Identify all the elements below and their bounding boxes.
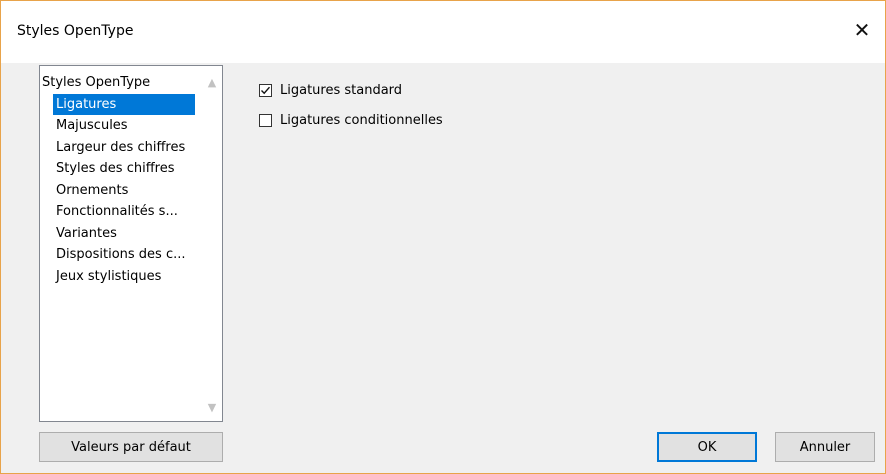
dialog-title: Styles OpenType [17, 23, 134, 39]
category-list: Styles OpenType Ligatures Majuscules Lar… [40, 72, 204, 287]
dialog-window: Styles OpenType ✕ Styles OpenType Ligatu… [0, 0, 886, 474]
option-ligatures-standard[interactable]: Ligatures standard [259, 83, 402, 98]
checkbox-ligatures-standard[interactable] [259, 84, 272, 97]
scroll-down-icon[interactable]: ▼ [202, 397, 222, 417]
list-item-largeur-chiffres[interactable]: Largeur des chiffres [40, 137, 204, 159]
list-scrollbar[interactable]: ▲ ▼ [202, 66, 222, 421]
title-bar: Styles OpenType ✕ [1, 1, 885, 63]
defaults-button[interactable]: Valeurs par défaut [39, 432, 223, 462]
list-item-styles-chiffres[interactable]: Styles des chiffres [40, 158, 204, 180]
cancel-button[interactable]: Annuler [775, 432, 875, 462]
list-item-styles-opentype[interactable]: Styles OpenType [40, 72, 204, 94]
list-item-ornements[interactable]: Ornements [40, 180, 204, 202]
scroll-up-icon[interactable]: ▲ [202, 72, 222, 92]
list-item-fonctionnalites[interactable]: Fonctionnalités s... [40, 201, 204, 223]
checkmark-icon [261, 86, 271, 95]
category-listbox[interactable]: Styles OpenType Ligatures Majuscules Lar… [39, 65, 223, 422]
list-item-majuscules[interactable]: Majuscules [40, 115, 204, 137]
list-item-dispositions[interactable]: Dispositions des c... [40, 244, 204, 266]
checkbox-ligatures-conditionnelles[interactable] [259, 114, 272, 127]
list-item-jeux-stylistiques[interactable]: Jeux stylistiques [40, 266, 204, 288]
option-label: Ligatures standard [280, 83, 403, 98]
list-item-ligatures[interactable]: Ligatures [53, 93, 195, 115]
list-item-variantes[interactable]: Variantes [40, 223, 204, 245]
close-button[interactable]: ✕ [839, 13, 885, 47]
option-ligatures-conditionnelles[interactable]: Ligatures conditionnelles [259, 113, 443, 128]
close-icon: ✕ [853, 18, 871, 42]
ok-button[interactable]: OK [657, 432, 757, 462]
option-label: Ligatures conditionnelles [280, 113, 443, 128]
